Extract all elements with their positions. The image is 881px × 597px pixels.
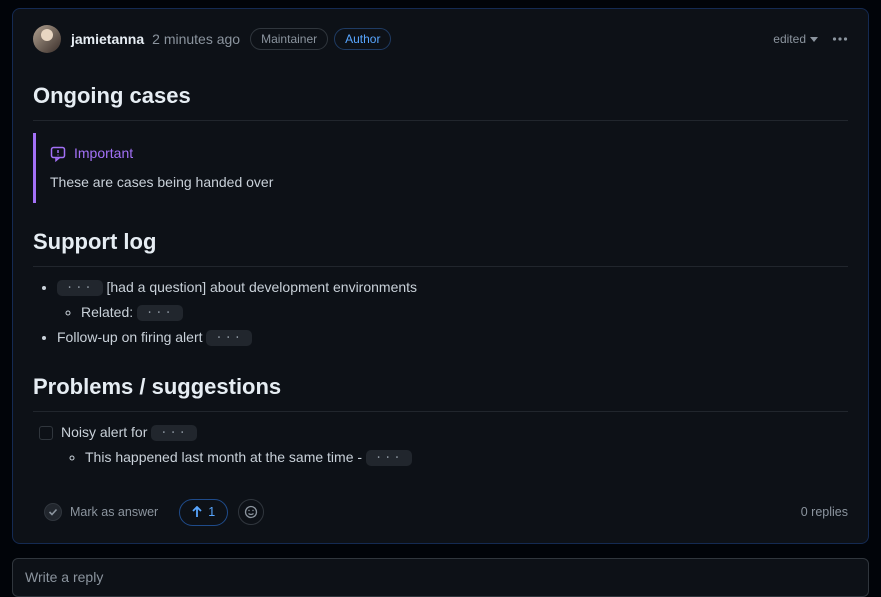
mark-answer-button[interactable]: Mark as answer (33, 498, 169, 527)
reply-placeholder: Write a reply (25, 569, 103, 585)
callout-body: These are cases being handed over (50, 172, 834, 193)
redacted-chip: ... (137, 305, 183, 321)
reply-input[interactable]: Write a reply (12, 558, 869, 597)
comment-card: jamietanna 2 minutes ago Maintainer Auth… (12, 8, 869, 544)
important-callout: Important These are cases being handed o… (33, 133, 848, 203)
heading-ongoing-cases: Ongoing cases (33, 79, 848, 121)
important-icon (50, 146, 66, 162)
badge-maintainer: Maintainer (250, 28, 328, 50)
heading-problems: Problems / suggestions (33, 370, 848, 412)
avatar[interactable] (33, 25, 61, 53)
redacted-chip: ... (366, 450, 412, 466)
comment-header: jamietanna 2 minutes ago Maintainer Auth… (33, 25, 848, 53)
redacted-chip: ... (151, 425, 197, 441)
callout-label: Important (74, 143, 133, 164)
list-item: ... [had a question] about development e… (57, 277, 848, 323)
timestamp[interactable]: 2 minutes ago (152, 29, 240, 50)
support-list: ... [had a question] about development e… (33, 277, 848, 348)
add-reaction-button[interactable] (238, 499, 264, 525)
check-circle-icon (44, 503, 62, 521)
task-item: Noisy alert for ... This happened last m… (39, 422, 848, 472)
list-item: Related: ... (81, 302, 848, 323)
redacted-chip: ... (57, 280, 103, 296)
reply-count: 0 replies (801, 503, 848, 522)
edited-indicator[interactable]: edited (773, 30, 818, 48)
caret-down-icon (810, 37, 818, 42)
smiley-icon (244, 505, 258, 519)
list-item: Follow-up on firing alert ... (57, 327, 848, 348)
arrow-up-icon (192, 506, 202, 518)
upvote-button[interactable]: 1 (179, 499, 228, 526)
badge-author: Author (334, 28, 391, 50)
more-actions-button[interactable] (832, 31, 848, 47)
kebab-icon (832, 31, 848, 47)
username[interactable]: jamietanna (71, 29, 144, 50)
task-checkbox[interactable] (39, 426, 53, 440)
redacted-chip: ... (206, 330, 252, 346)
list-item: This happened last month at the same tim… (85, 447, 412, 468)
heading-support-log: Support log (33, 225, 848, 267)
comment-actions: Mark as answer 1 0 replies (33, 498, 848, 527)
